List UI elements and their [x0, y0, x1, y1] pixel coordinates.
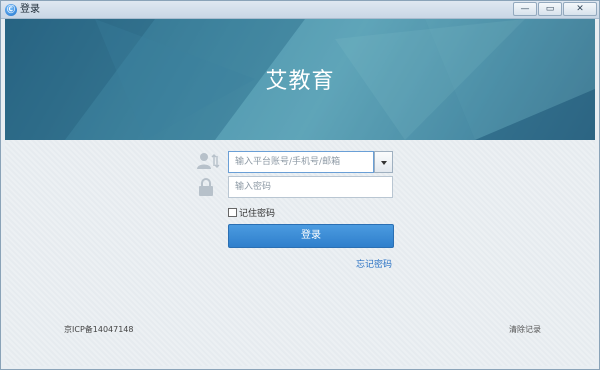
password-input[interactable]: 输入密码	[228, 176, 393, 198]
remember-password[interactable]: 记住密码	[228, 206, 275, 219]
minimize-button[interactable]: —	[513, 2, 537, 16]
clear-history-link[interactable]: 清除记录	[509, 324, 541, 335]
forgot-password-link[interactable]: 忘记密码	[356, 257, 392, 270]
app-logo-icon: Ⓒ	[5, 4, 17, 16]
account-input[interactable]: 输入平台账号/手机号/邮箱	[228, 151, 374, 173]
window-controls: — ▭ ✕	[513, 2, 597, 18]
header-banner: 艾教育	[5, 19, 595, 140]
close-button[interactable]: ✕	[563, 2, 597, 16]
chevron-down-icon	[381, 161, 387, 165]
remember-label: 记住密码	[239, 209, 276, 219]
lock-icon	[199, 178, 213, 196]
account-dropdown-button[interactable]	[374, 151, 393, 173]
title-bar: Ⓒ 登录 — ▭ ✕	[1, 1, 599, 19]
icp-license-text: 京ICP备14047148	[64, 325, 134, 334]
brand-title: 艾教育	[265, 69, 335, 94]
login-window: Ⓒ 登录 — ▭ ✕ 艾教育 输入平台账号/手机号/邮箱 输入密码 记住密码 登…	[0, 0, 600, 370]
window-title: 登录	[20, 4, 40, 15]
login-button[interactable]: 登录	[228, 224, 394, 248]
remember-checkbox[interactable]	[228, 208, 237, 217]
maximize-button[interactable]: ▭	[538, 2, 562, 16]
user-switch-icon	[197, 153, 220, 169]
